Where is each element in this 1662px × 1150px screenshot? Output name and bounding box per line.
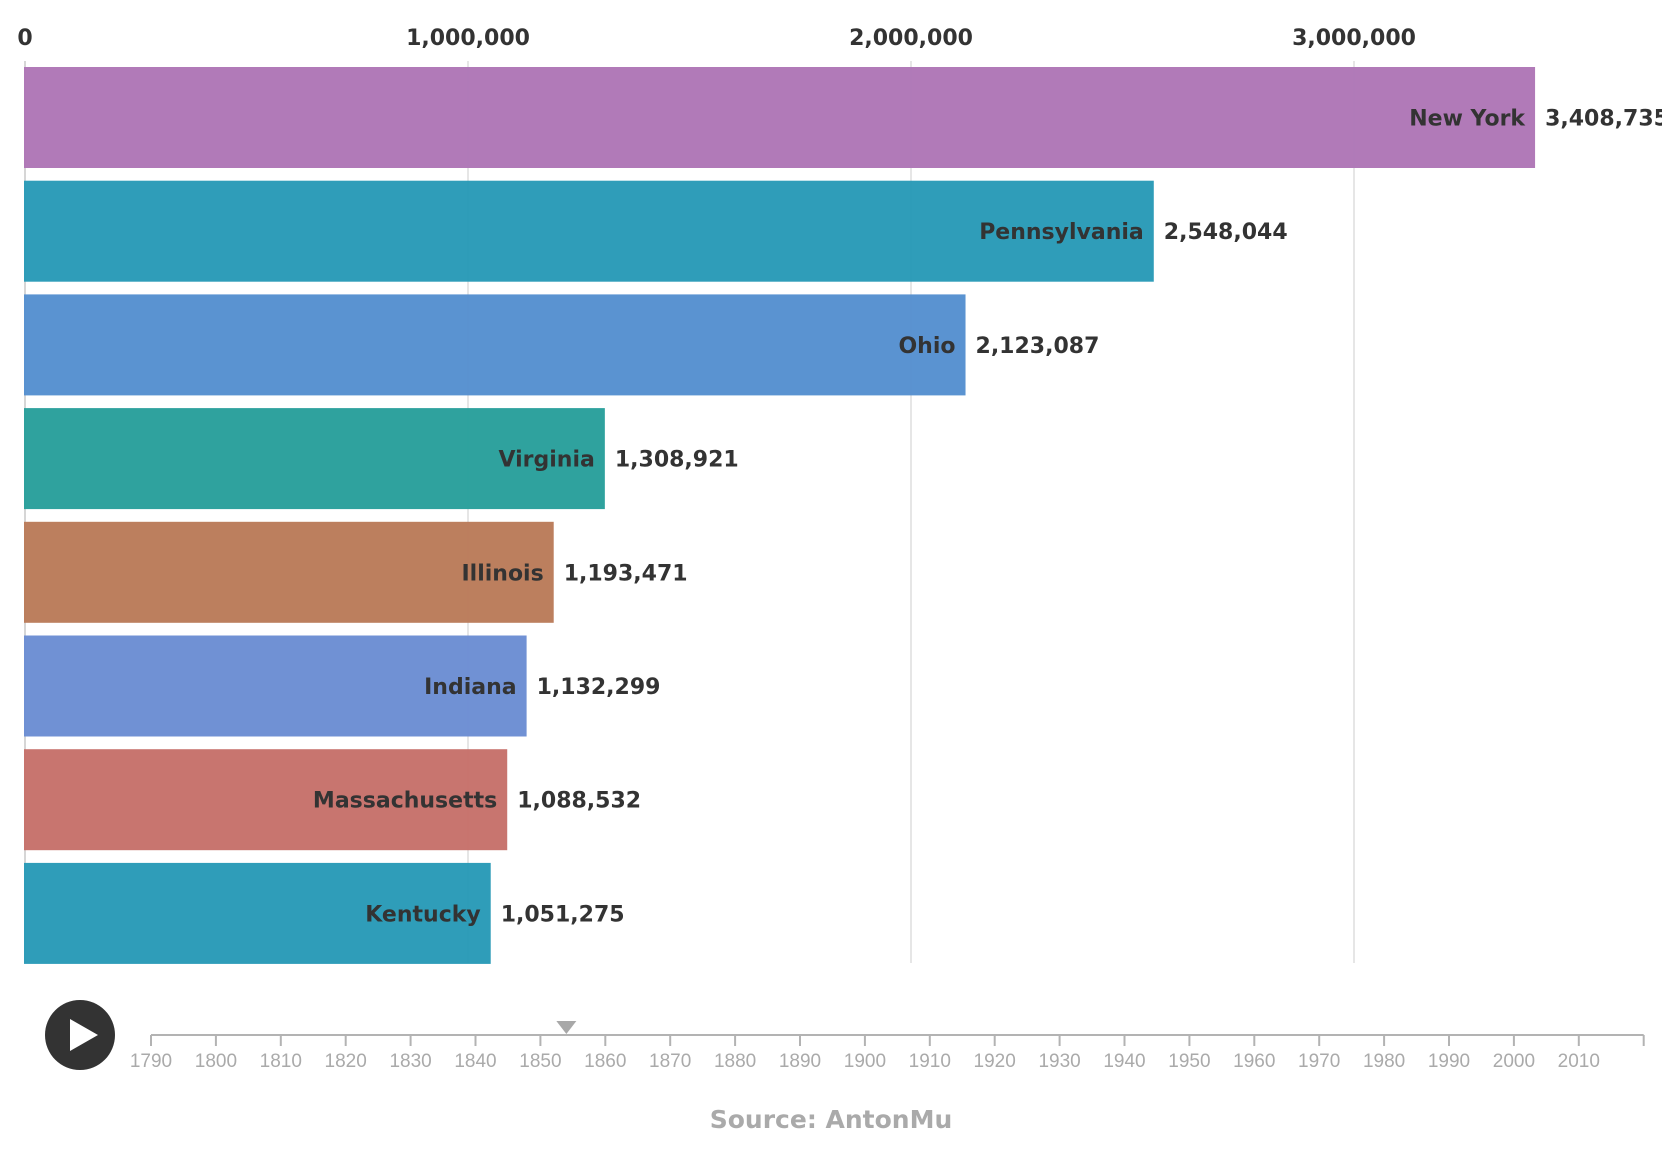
bar (24, 67, 1536, 168)
timeline-year-label: 1790 (130, 1051, 172, 1072)
timeline-year-label: 1970 (1298, 1051, 1340, 1072)
bar-group: New York 3,408,735 (24, 67, 1662, 168)
x-tick-label: 1,000,000 (406, 26, 530, 51)
timeline-year-label: 1830 (389, 1051, 431, 1072)
timeline-year-label: 1950 (1168, 1051, 1210, 1072)
bar-group: Ohio 2,123,087 (24, 294, 1100, 396)
bar-group: Pennsylvania 2,548,044 (24, 180, 1288, 282)
bar-category-label: Pennsylvania (979, 220, 1144, 245)
bar-group: Massachusetts 1,088,532 (24, 749, 641, 851)
timeline-year-label: 1980 (1363, 1051, 1405, 1072)
timeline-year-label: 1810 (260, 1051, 302, 1072)
bar-value-label: 1,308,921 (615, 448, 739, 473)
bar-value-label: 1,193,471 (564, 561, 688, 586)
timeline-year-label: 1900 (844, 1051, 886, 1072)
bars: New York 3,408,735 Pennsylvania 2,548,044 Oh… (24, 67, 1662, 964)
bar-value-label: 2,123,087 (976, 334, 1100, 359)
bar (24, 294, 966, 396)
bar-category-label: Ohio (898, 334, 955, 359)
bar-category-label: New York (1409, 107, 1526, 132)
x-tick-label: 0 (17, 26, 32, 51)
bar-group: Illinois 1,193,471 (24, 521, 688, 623)
timeline-year-label: 1870 (649, 1051, 691, 1072)
timeline-year-label: 1840 (454, 1051, 496, 1072)
bar-value-label: 3,408,735 (1545, 107, 1662, 132)
timeline[interactable]: 1790 1800 1810 1820 1830 1840 1850 1860 1870 1880… (130, 1021, 1645, 1072)
timeline-year-label: 1990 (1428, 1051, 1470, 1072)
timeline-year-label: 1850 (519, 1051, 561, 1072)
bar-category-label: Massachusetts (313, 789, 497, 814)
x-axis-ticks: 0 1,000,000 2,000,000 3,000,000 (17, 26, 1416, 51)
timeline-year-label: 1930 (1038, 1051, 1080, 1072)
bar-group: Virginia 1,308,921 (24, 408, 739, 510)
timeline-year-label: 1880 (714, 1051, 756, 1072)
bar-category-label: Illinois (461, 561, 543, 586)
bar-group: Kentucky 1,051,275 (24, 862, 625, 964)
bar-value-label: 1,051,275 (501, 902, 625, 927)
timeline-year-label: 1890 (779, 1051, 821, 1072)
x-tick-label: 2,000,000 (849, 26, 973, 51)
bar-group: Indiana 1,132,299 (24, 635, 661, 737)
timeline-year-label: 2000 (1493, 1051, 1535, 1072)
x-tick-label: 3,000,000 (1292, 26, 1416, 51)
play-button[interactable] (45, 1000, 115, 1070)
timeline-year-label: 1860 (584, 1051, 626, 1072)
source-note: Source: AntonMu (709, 1105, 953, 1134)
bar-category-label: Kentucky (365, 902, 480, 927)
timeline-year-label: 1960 (1233, 1051, 1275, 1072)
bar-category-label: Indiana (424, 675, 517, 700)
timeline-year-label: 1910 (909, 1051, 951, 1072)
bar-chart-race: 0 1,000,000 2,000,000 3,000,000 New York 3,4… (17, 26, 1662, 1072)
timeline-year-label: 1820 (325, 1051, 367, 1072)
bar-value-label: 1,132,299 (537, 675, 661, 700)
timeline-marker[interactable] (556, 1021, 577, 1034)
bar-category-label: Virginia (498, 448, 594, 473)
timeline-year-label: 1940 (1103, 1051, 1145, 1072)
bar-value-label: 2,548,044 (1164, 220, 1288, 245)
timeline-year-label: 1920 (974, 1051, 1016, 1072)
timeline-year-label: 1800 (195, 1051, 237, 1072)
bar-value-label: 1,088,532 (517, 789, 641, 814)
timeline-year-label: 2010 (1558, 1051, 1600, 1072)
